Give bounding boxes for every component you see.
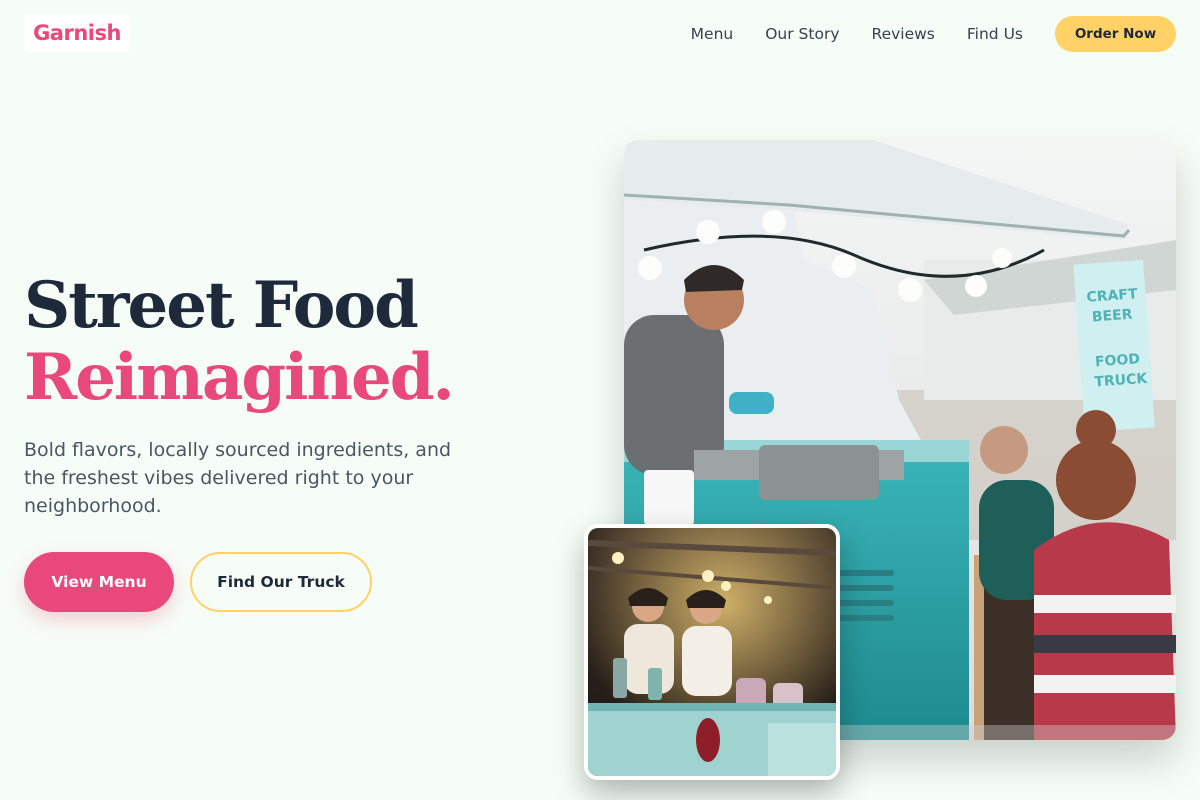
nav-link-menu[interactable]: Menu [691,25,734,43]
svg-text:BEER: BEER [1091,307,1133,326]
svg-text:FOOD: FOOD [1095,351,1141,370]
nav-link-reviews[interactable]: Reviews [872,25,935,43]
food-stall-photo [584,524,840,780]
hero-headline: Street Food Reimagined. [24,268,455,415]
main-nav: Menu Our Story Reviews Find Us Order Now [691,16,1176,52]
hero-headline-line1: Street Food [24,268,419,343]
brand-logo[interactable]: Garnish [24,14,130,52]
page: Garnish Menu Our Story Reviews Find Us O… [0,0,1200,800]
nav-link-find-us[interactable]: Find Us [967,25,1023,43]
hero-subtitle: Bold flavors, locally sourced ingredient… [24,439,452,517]
view-menu-button[interactable]: View Menu [24,552,174,612]
find-truck-button[interactable]: Find Our Truck [190,552,372,612]
nav-link-our-story[interactable]: Our Story [765,25,839,43]
order-now-button[interactable]: Order Now [1055,16,1176,52]
food-stall-illustration [588,528,836,776]
hero-headline-line2: Reimagined. [24,340,455,415]
